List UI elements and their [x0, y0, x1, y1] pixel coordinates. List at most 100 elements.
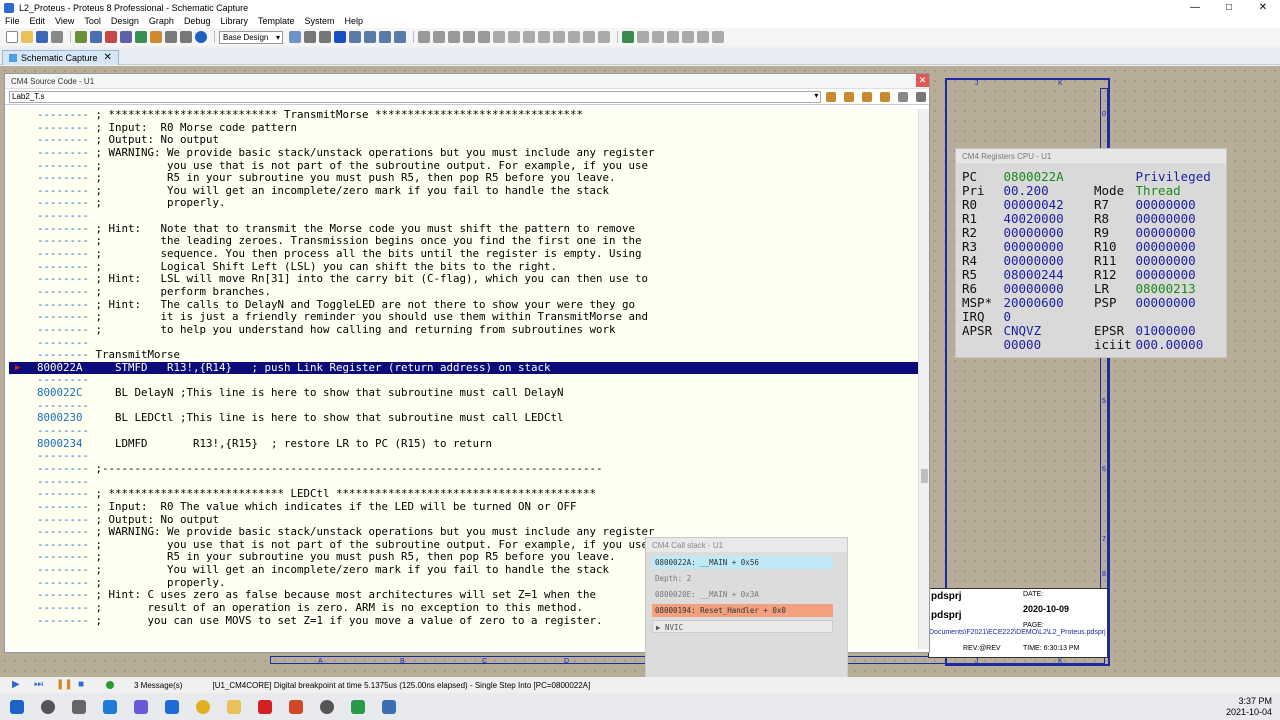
zoom-in-icon[interactable]: [349, 31, 361, 43]
new-file-icon[interactable]: [6, 31, 18, 43]
help-icon[interactable]: [195, 31, 207, 43]
menu-design[interactable]: Design: [106, 15, 144, 28]
cut-icon[interactable]: [448, 31, 460, 43]
undo-icon[interactable]: [418, 31, 430, 43]
tab-schematic-capture[interactable]: Schematic Capture ✕: [2, 50, 119, 65]
step-icon[interactable]: ⏭: [34, 680, 44, 690]
source-line[interactable]: -------- ;------------------------------…: [9, 462, 919, 476]
pan-icon[interactable]: [334, 31, 346, 43]
chrome-icon[interactable]: [196, 699, 210, 714]
source-line[interactable]: 8000234 LDMFD R13!,{R15} ; restore LR to…: [9, 437, 919, 451]
proteus-taskbar-icon[interactable]: [382, 699, 396, 714]
system-clock[interactable]: 3:37 PM 2021-10-04: [1226, 696, 1272, 718]
stop-icon[interactable]: ■: [78, 680, 88, 690]
source-file-select[interactable]: Lab2_T.s: [9, 90, 822, 103]
step-into-icon[interactable]: [862, 91, 873, 102]
close-project-icon[interactable]: [51, 31, 63, 43]
make-device-icon[interactable]: [568, 31, 580, 43]
menu-tool[interactable]: Tool: [79, 15, 106, 28]
file-explorer-icon[interactable]: [227, 699, 241, 714]
decompose-icon[interactable]: [598, 31, 610, 43]
menu-graph[interactable]: Graph: [144, 15, 179, 28]
gerber-icon[interactable]: [135, 31, 147, 43]
tab-label: Schematic Capture: [21, 53, 98, 63]
3d-viewer-icon[interactable]: [120, 31, 132, 43]
scrollbar-thumb[interactable]: [921, 469, 928, 483]
menu-help[interactable]: Help: [340, 15, 369, 28]
source-line[interactable]: -------- ; properly.: [9, 197, 919, 210]
block-copy-icon[interactable]: [493, 31, 505, 43]
bom-icon[interactable]: [150, 31, 162, 43]
block-rotate-icon[interactable]: [523, 31, 535, 43]
menu-debug[interactable]: Debug: [179, 15, 216, 28]
menu-file[interactable]: File: [0, 15, 25, 28]
mail-icon[interactable]: [165, 699, 179, 714]
call-stack-item[interactable]: ▶ NVIC: [652, 620, 833, 633]
print-icon[interactable]: [180, 31, 192, 43]
powerpoint-icon[interactable]: [289, 699, 303, 714]
message-count[interactable]: 3 Message(s): [134, 681, 182, 690]
menu-template[interactable]: Template: [253, 15, 300, 28]
pcb-layout-icon[interactable]: [105, 31, 117, 43]
grid-icon[interactable]: [304, 31, 316, 43]
packaging-icon[interactable]: [583, 31, 595, 43]
task-view-icon[interactable]: [72, 699, 86, 714]
wire-autorouter-icon[interactable]: [622, 31, 634, 43]
call-stack-item[interactable]: Depth: 2: [652, 572, 833, 585]
source-code-icon[interactable]: [165, 31, 177, 43]
maximize-button[interactable]: □: [1212, 0, 1246, 15]
new-sheet-icon[interactable]: [667, 31, 679, 43]
origin-icon[interactable]: [319, 31, 331, 43]
design-variant-select[interactable]: Base Design: [219, 30, 283, 44]
schematic-icon[interactable]: [90, 31, 102, 43]
step-over-icon[interactable]: [844, 91, 855, 102]
redo-icon[interactable]: [433, 31, 445, 43]
menu-library[interactable]: Library: [215, 15, 253, 28]
pause-icon[interactable]: ❚❚: [56, 680, 73, 690]
netlist-icon[interactable]: [712, 31, 724, 43]
open-folder-icon[interactable]: [21, 31, 33, 43]
paste-icon[interactable]: [478, 31, 490, 43]
acrobat-icon[interactable]: [258, 699, 272, 714]
menu-edit[interactable]: Edit: [25, 15, 51, 28]
source-options-icon[interactable]: [916, 91, 927, 102]
pick-device-icon[interactable]: [553, 31, 565, 43]
outlook-icon[interactable]: [103, 699, 117, 714]
block-delete-icon[interactable]: [538, 31, 550, 43]
search-icon[interactable]: [41, 699, 55, 714]
breakpoint-toggle-icon[interactable]: [826, 91, 837, 102]
zoom-area-icon[interactable]: [394, 31, 406, 43]
excel-icon[interactable]: [351, 699, 365, 714]
exit-to-parent-icon[interactable]: [697, 31, 709, 43]
copy-icon[interactable]: [463, 31, 475, 43]
property-assign-icon[interactable]: [652, 31, 664, 43]
start-icon[interactable]: [10, 699, 24, 714]
teams-icon[interactable]: [134, 699, 148, 714]
play-icon[interactable]: ▶: [12, 680, 22, 690]
tab-close-icon[interactable]: ✕: [104, 51, 112, 65]
source-line[interactable]: 800022C BL DelayN ;This line is here to …: [9, 386, 919, 400]
home-icon[interactable]: [75, 31, 87, 43]
source-line[interactable]: -------- ; to help you understand how ca…: [9, 323, 919, 337]
block-move-icon[interactable]: [508, 31, 520, 43]
goto-line-icon[interactable]: [898, 91, 909, 102]
source-close-icon[interactable]: ✕: [916, 74, 929, 87]
menu-view[interactable]: View: [50, 15, 79, 28]
save-icon[interactable]: [36, 31, 48, 43]
zoom-all-icon[interactable]: [379, 31, 391, 43]
call-stack-item[interactable]: 08000194: Reset_Handler + 0x0: [652, 604, 833, 617]
app-icon[interactable]: [320, 699, 334, 714]
search-tag-icon[interactable]: [637, 31, 649, 43]
remove-sheet-icon[interactable]: [682, 31, 694, 43]
zoom-out-icon[interactable]: [364, 31, 376, 43]
minimize-button[interactable]: —: [1178, 0, 1212, 15]
close-button[interactable]: ✕: [1246, 0, 1280, 15]
menu-system[interactable]: System: [300, 15, 340, 28]
source-vertical-scrollbar[interactable]: [918, 109, 929, 649]
current-execution-line[interactable]: ▶ 800022A STMFD R13!,{R14} ; push Link Re…: [9, 361, 919, 375]
source-line[interactable]: 8000230 BL LEDCtl ;This line is here to …: [9, 412, 919, 425]
call-stack-item[interactable]: 0800020E: __MAIN + 0x3A: [652, 588, 833, 601]
call-stack-item[interactable]: 0800022A: __MAIN + 0x56: [652, 556, 833, 569]
step-out-icon[interactable]: [880, 91, 891, 102]
refresh-icon[interactable]: [289, 31, 301, 43]
